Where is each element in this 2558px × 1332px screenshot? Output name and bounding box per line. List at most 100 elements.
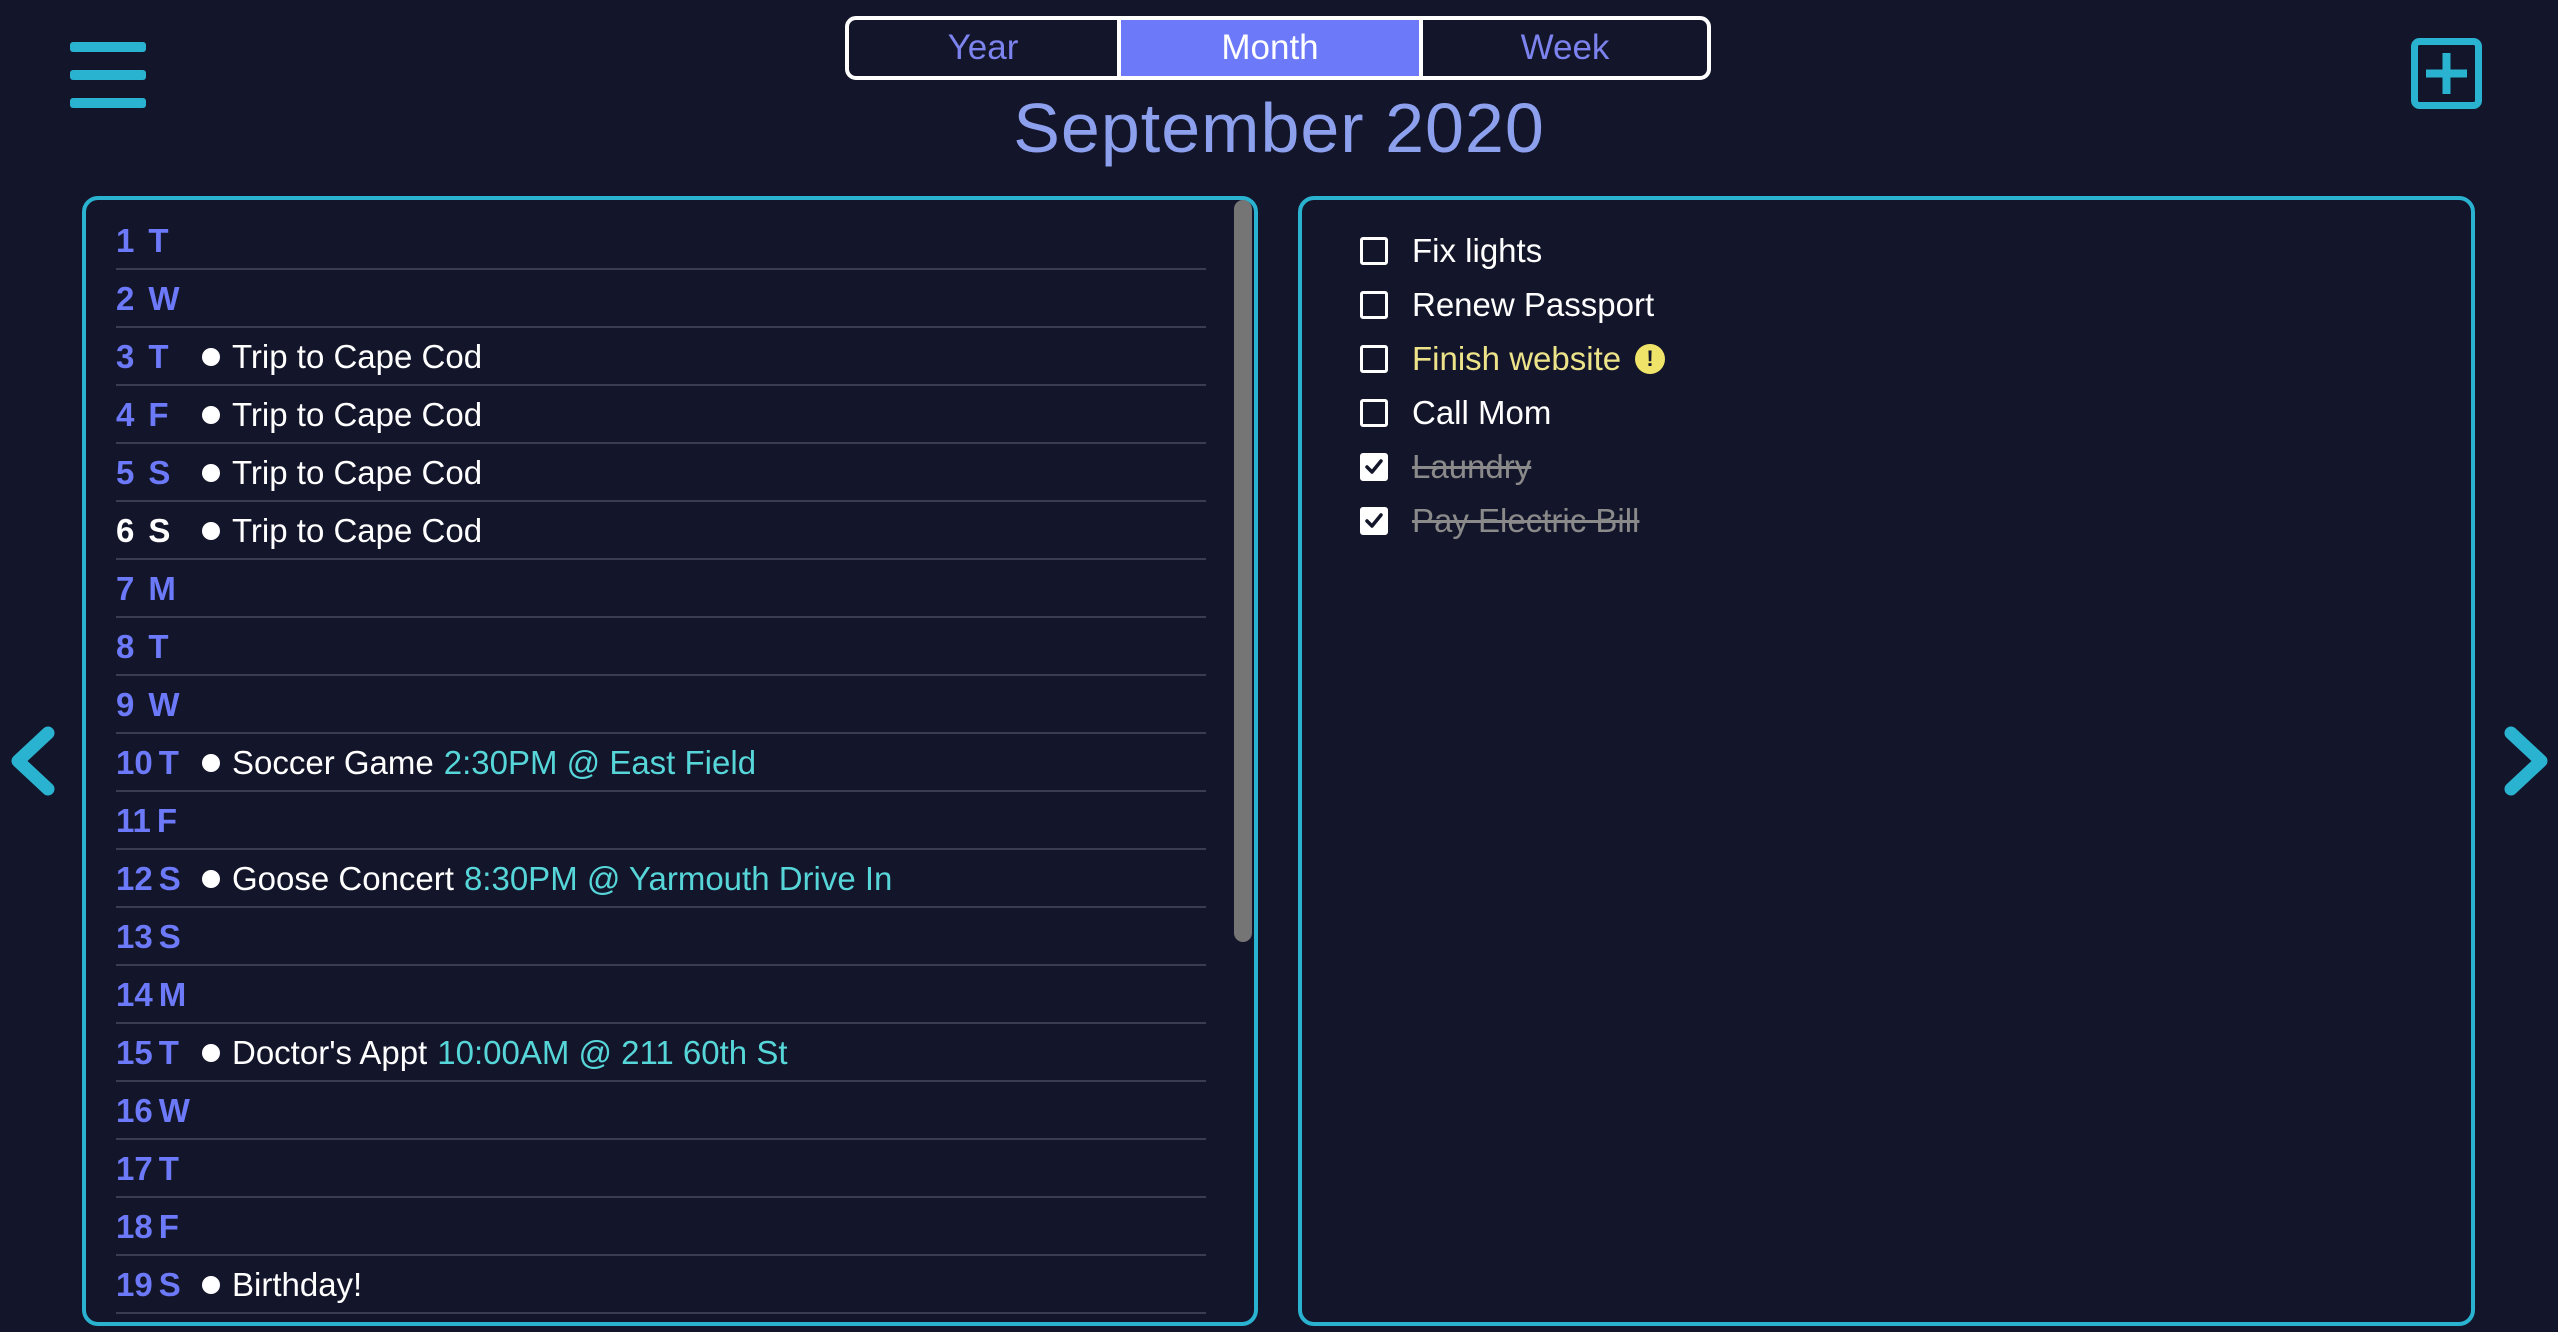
day-of-week: F [148, 396, 169, 433]
event-title: Trip to Cape Cod [232, 454, 483, 491]
todo-checkbox[interactable] [1360, 291, 1388, 319]
event-item[interactable]: Doctor's Appt 10:00AM @ 211 60th St [202, 1034, 788, 1072]
day-of-week: T [158, 1150, 179, 1187]
todo-checkbox[interactable] [1360, 399, 1388, 427]
event-item[interactable]: Trip to Cape Cod [202, 338, 482, 376]
day-row[interactable]: 3 T Trip to Cape Cod [116, 330, 1206, 386]
tab-week[interactable]: Week [1423, 20, 1707, 76]
day-number: 3 [116, 338, 135, 375]
event-title: Trip to Cape Cod [232, 338, 483, 375]
day-row[interactable]: 13 S [116, 910, 1206, 966]
chevron-left-icon [11, 726, 55, 796]
day-row[interactable]: 9W [116, 678, 1206, 734]
event-item[interactable]: Trip to Cape Cod [202, 512, 482, 550]
day-number: 5 [116, 454, 135, 491]
event-item[interactable]: Goose Concert 8:30PM @ Yarmouth Drive In [202, 860, 892, 898]
exclamation-circle-icon: ! [1635, 344, 1666, 374]
day-of-week: S [158, 1266, 181, 1303]
event-item[interactable]: Trip to Cape Cod [202, 396, 482, 434]
day-number: 16 [116, 1092, 153, 1129]
prev-month-button[interactable] [4, 725, 60, 797]
todo-label: Laundry [1412, 448, 1532, 485]
day-of-week: M [148, 570, 176, 607]
day-row[interactable]: 10 T Soccer Game 2:30PM @ East Field [116, 736, 1206, 792]
todo-item: Call Mom [1360, 386, 1665, 440]
day-row[interactable]: 6 S Trip to Cape Cod [116, 504, 1206, 560]
day-of-week: S [159, 1324, 181, 1326]
event-detail: 8:30PM @ Yarmouth Drive In [463, 860, 893, 897]
day-row[interactable]: 16 W [116, 1084, 1206, 1140]
todo-checkbox[interactable] [1360, 345, 1388, 373]
event-bullet-icon [202, 870, 220, 888]
todo-label: Pay Electric Bill [1412, 502, 1640, 539]
event-title: Birthday! [232, 1266, 363, 1303]
day-row[interactable]: 12 S Goose Concert 8:30PM @ Yarmouth Drive … [116, 852, 1206, 908]
day-of-week: T [148, 628, 169, 665]
event-title: Goose Concert [232, 860, 454, 897]
day-of-week: W [158, 1092, 190, 1129]
day-row[interactable]: 7M [116, 562, 1206, 618]
day-of-week: S [158, 918, 181, 955]
day-number: 4 [116, 396, 135, 433]
todo-label: Finish website [1412, 340, 1622, 377]
event-item[interactable]: Birthday! [202, 1266, 362, 1304]
day-row[interactable]: 18 F [116, 1200, 1206, 1256]
todo-checkbox[interactable] [1360, 453, 1388, 481]
day-number: 17 [116, 1150, 153, 1187]
event-item[interactable]: Trip to Cape Cod [202, 454, 482, 492]
page-title: September 2020 [1013, 89, 1545, 167]
event-detail: 2:30PM @ East Field [443, 744, 757, 781]
todo-item: Finish website! [1360, 332, 1666, 386]
day-of-week: T [148, 338, 169, 375]
days-panel: 1 T 2 W 3 T Trip to Cape Cod 4 F Trip to Cape Cod… [82, 196, 1258, 1326]
todo-item: Renew Passport [1360, 278, 1665, 332]
tab-month[interactable]: Month [1121, 20, 1423, 76]
day-of-week: F [156, 802, 178, 839]
day-row[interactable]: 4 F Trip to Cape Cod [116, 388, 1206, 444]
event-bullet-icon [202, 406, 220, 424]
day-of-week: W [148, 686, 180, 723]
todo-item: Fix lights [1360, 224, 1665, 278]
todo-item: Laundry [1360, 440, 1665, 494]
day-row[interactable]: 17 T [116, 1142, 1206, 1198]
day-of-week: F [158, 1208, 179, 1245]
day-row[interactable]: 14 M [116, 968, 1206, 1024]
event-title: Soccer Game [232, 744, 434, 781]
days-scrollbar[interactable] [1234, 200, 1252, 942]
day-of-week: M [158, 976, 187, 1013]
event-detail: 10:00AM @ 211 60th St [437, 1034, 788, 1071]
day-number: 12 [116, 860, 153, 897]
day-number: 15 [116, 1034, 153, 1071]
day-row[interactable]: 20 S [116, 1316, 1206, 1326]
day-row[interactable]: 8T [116, 620, 1206, 676]
tab-year[interactable]: Year [849, 20, 1121, 76]
todo-checkbox[interactable] [1360, 237, 1388, 265]
event-title: Trip to Cape Cod [232, 512, 483, 549]
event-bullet-icon [202, 464, 220, 482]
todo-panel: Fix lights Renew Passport Finish website! C… [1298, 196, 2475, 1326]
event-bullet-icon [202, 522, 220, 540]
day-row[interactable]: 15 T Doctor's Appt 10:00AM @ 211 60th St [116, 1026, 1206, 1082]
day-row[interactable]: 1T [116, 214, 1206, 270]
day-number: 18 [116, 1208, 153, 1245]
event-bullet-icon [202, 348, 220, 366]
day-row[interactable]: 11 F [116, 794, 1206, 850]
event-title: Doctor's Appt [232, 1034, 428, 1071]
day-number: 8 [116, 628, 135, 665]
day-of-week: W [148, 280, 180, 317]
day-number: 9 [116, 686, 135, 723]
next-month-button[interactable] [2499, 725, 2555, 797]
todo-label: Fix lights [1412, 232, 1543, 269]
event-item[interactable]: Soccer Game 2:30PM @ East Field [202, 744, 756, 782]
day-row[interactable]: 19 S Birthday! [116, 1258, 1206, 1314]
day-of-week: T [148, 222, 169, 259]
checkmark-icon [1365, 459, 1383, 474]
day-row[interactable]: 5 S Trip to Cape Cod [116, 446, 1206, 502]
todo-list: Fix lights Renew Passport Finish website! C… [1360, 224, 1666, 548]
day-row[interactable]: 2W [116, 272, 1206, 328]
todo-label: Call Mom [1412, 394, 1552, 431]
todo-checkbox[interactable] [1360, 507, 1388, 535]
event-bullet-icon [202, 754, 220, 772]
day-number: 13 [116, 918, 153, 955]
day-of-week: S [158, 860, 181, 897]
